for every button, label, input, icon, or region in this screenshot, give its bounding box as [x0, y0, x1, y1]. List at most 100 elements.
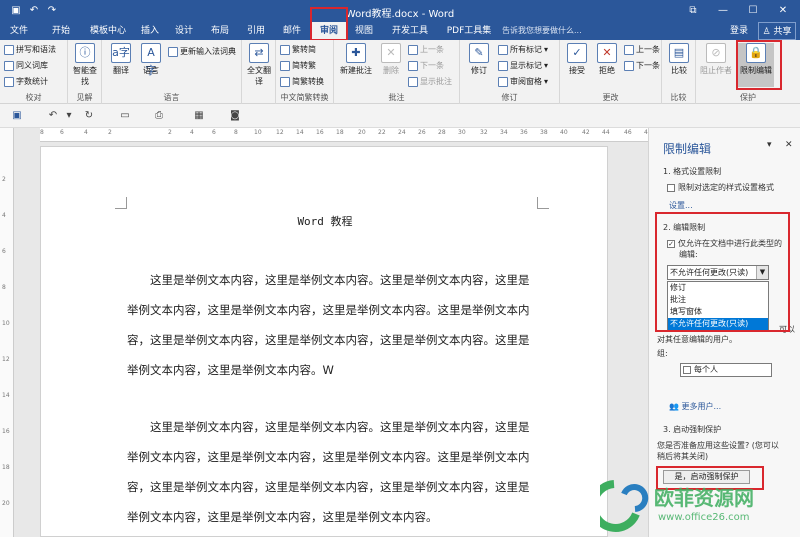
- ruler-tick-label: 14: [2, 392, 10, 399]
- translate-icon: a字: [111, 43, 131, 63]
- ruler-tick-label: 4: [190, 129, 194, 136]
- watermark-brand: 欧菲资源网: [654, 486, 754, 510]
- undo-icon[interactable]: ↶: [46, 109, 60, 122]
- next-change-button[interactable]: 下一条: [624, 60, 660, 71]
- ruler-tick-label: 28: [438, 129, 446, 136]
- document-page[interactable]: Word 教程 这里是举例文本内容，这里是举例文本内容。这里是举例文本内容，这里…: [40, 146, 608, 537]
- simplified-to-traditional-button[interactable]: 简转繁: [280, 60, 316, 71]
- new-comment-button[interactable]: ✚ 新建批注: [338, 43, 374, 87]
- reject-button[interactable]: ✕ 拒绝: [592, 43, 622, 87]
- formatting-checkbox[interactable]: 限制对选定的样式设置格式: [667, 182, 774, 193]
- thesaurus-icon: [4, 60, 14, 71]
- next-comment-button[interactable]: 下一条: [408, 60, 444, 71]
- tab-design[interactable]: 设计: [172, 22, 196, 40]
- save-icon[interactable]: ▣: [10, 109, 24, 122]
- reject-icon: ✕: [597, 43, 617, 63]
- more-users-link[interactable]: 👥 更多用户...: [669, 401, 721, 412]
- tab-templates[interactable]: 模板中心: [84, 22, 132, 40]
- paragraph-2[interactable]: 这里是举例文本内容，这里是举例文本内容。这里是举例文本内容，这里是举例文本内容，…: [127, 412, 539, 532]
- horizontal-ruler: 8 6 4 2 2 4 6 8 10 12 14 16 18 20 22 24 26 28 30 32 34 36 38 40…: [40, 128, 652, 142]
- fulltext-translate-group: ⇄ 全文翻译: [242, 40, 276, 104]
- ribbon-display-icon[interactable]: ⧉: [685, 3, 701, 18]
- smart-lookup-button[interactable]: ⓘ 智能查找: [70, 43, 100, 87]
- translate-button[interactable]: a字 翻译: [106, 43, 136, 87]
- reviewing-pane-button[interactable]: 审阅窗格 ▾: [498, 76, 548, 87]
- maximize-icon[interactable]: ☐: [745, 3, 761, 18]
- vertical-ruler: 2 4 6 8 10 12 14 16 18 20: [0, 128, 14, 537]
- margin-corner-top-left: [115, 197, 127, 209]
- tab-developer[interactable]: 开发工具: [388, 22, 432, 40]
- ruler-tick-label: 38: [540, 129, 548, 136]
- markup-dropdown[interactable]: 所有标记 ▾: [498, 44, 548, 55]
- tab-references[interactable]: 引用: [244, 22, 268, 40]
- update-ime-button[interactable]: 更新输入法词典: [168, 46, 236, 57]
- previous-comment-button[interactable]: 上一条: [408, 44, 444, 55]
- settings-link[interactable]: 设置...: [669, 200, 693, 211]
- chinese-conversion-group-label: 中文简繁转换: [280, 93, 329, 102]
- redo-icon[interactable]: ↻: [82, 109, 96, 122]
- tab-insert[interactable]: 插入: [138, 22, 162, 40]
- paragraph-1[interactable]: 这里是举例文本内容，这里是举例文本内容。这里是举例文本内容，这里是举例文本内容，…: [127, 265, 539, 385]
- quick-access-toolbar: ▣ ↶ ▾ ↻ ▭ ⎙ ▦ ◙: [0, 104, 800, 128]
- page-view-icon[interactable]: ▭: [118, 109, 132, 122]
- restrict-editing-highlight: [736, 40, 782, 90]
- show-comments-button[interactable]: 显示批注: [408, 76, 452, 87]
- ruler-tick-label: 34: [500, 129, 508, 136]
- show-markup-button[interactable]: 显示标记 ▾: [498, 60, 548, 71]
- show-comments-icon: [408, 76, 418, 87]
- word-count-button[interactable]: 字数统计: [4, 76, 48, 87]
- close-icon[interactable]: ✕: [775, 3, 791, 18]
- print-preview-icon[interactable]: ⎙: [152, 109, 166, 122]
- tab-pdf-tools[interactable]: PDF工具集: [444, 22, 494, 40]
- document-title[interactable]: Word 教程: [41, 213, 609, 229]
- ribbon: 拼写和语法 同义词库 字数统计 校对 ⓘ 智能查找 见解 a字 翻译 A字 语言 更新…: [0, 40, 800, 104]
- undo-dropdown-icon[interactable]: ▾: [62, 109, 76, 122]
- pane-close-icon[interactable]: ✕: [785, 140, 793, 150]
- ruler-tick-label: 24: [398, 129, 406, 136]
- language-group-label: 语言: [163, 93, 180, 102]
- track-changes-button[interactable]: ✎ 修订: [464, 43, 494, 87]
- delete-comment-button[interactable]: ✕ 删除: [376, 43, 406, 87]
- block-authors-icon: ⊘: [706, 43, 726, 63]
- site-watermark: 欧菲资源网 www.office26.com: [589, 476, 800, 532]
- chinese-conversion-group: 繁转简 简转繁 简繁转换 中文简繁转换: [276, 40, 334, 104]
- tab-view[interactable]: 视图: [352, 22, 376, 40]
- screenshot-icon[interactable]: ▦: [192, 109, 206, 122]
- traditional-to-simplified-button[interactable]: 繁转简: [280, 44, 316, 55]
- tab-mailings[interactable]: 邮件: [280, 22, 304, 40]
- ruler-tick-label: 36: [520, 129, 528, 136]
- tab-home[interactable]: 开始: [48, 22, 74, 40]
- share-button[interactable]: ♙ 共享: [758, 22, 796, 40]
- compare-button[interactable]: ▤ 比较: [664, 43, 694, 87]
- ruler-tick-label: 4: [84, 129, 88, 136]
- lightbulb-icon: ⓘ: [75, 43, 95, 63]
- minimize-icon[interactable]: —: [715, 3, 731, 18]
- checkbox-icon: [683, 365, 691, 374]
- ruler-tick-label: 32: [480, 129, 488, 136]
- pane-options-icon[interactable]: ▾: [767, 140, 772, 150]
- language-button[interactable]: A字 语言: [136, 43, 166, 87]
- ruler-tick-label: 44: [602, 129, 610, 136]
- everyone-group-checkbox[interactable]: 每个人: [680, 363, 772, 377]
- show-markup-icon: [498, 60, 508, 71]
- tab-file[interactable]: 文件: [6, 22, 32, 40]
- tab-layout[interactable]: 布局: [208, 22, 232, 40]
- ruler-tick-label: 40: [560, 129, 568, 136]
- ruler-tick-label: 22: [378, 129, 386, 136]
- spelling-icon: [4, 44, 14, 55]
- login-link[interactable]: 登录: [728, 22, 750, 40]
- accept-button[interactable]: ✓ 接受: [562, 43, 592, 87]
- markup-icon: [498, 44, 508, 55]
- spelling-button[interactable]: 拼写和语法: [4, 44, 56, 55]
- convert-icon: [280, 76, 290, 87]
- ruler-tick-label: 12: [2, 356, 10, 363]
- full-translate-button[interactable]: ⇄ 全文翻译: [244, 43, 274, 87]
- thesaurus-button[interactable]: 同义词库: [4, 60, 48, 71]
- previous-change-button[interactable]: 上一条: [624, 44, 660, 55]
- camera-icon[interactable]: ◙: [228, 109, 242, 122]
- delete-comment-icon: ✕: [381, 43, 401, 63]
- chinese-convert-button[interactable]: 简繁转换: [280, 76, 324, 87]
- block-authors-button[interactable]: ⊘ 阻止作者: [698, 43, 734, 87]
- tell-me-input[interactable]: 告诉我您想要做什么...: [502, 25, 642, 38]
- ruler-tick-label: 10: [254, 129, 262, 136]
